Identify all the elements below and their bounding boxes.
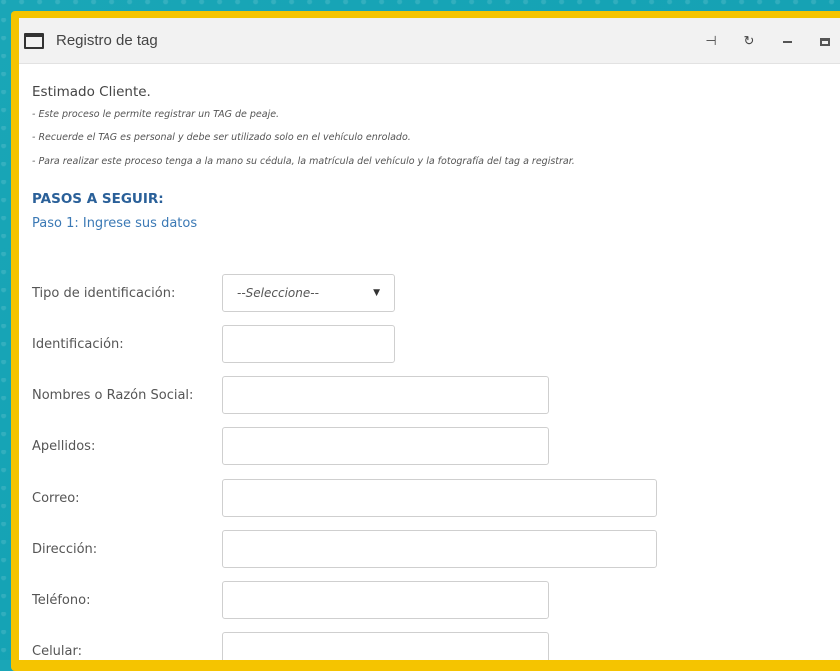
window-icon bbox=[24, 32, 44, 49]
tipo-identificacion-label: Tipo de identificación: bbox=[32, 285, 176, 301]
form-row-celular: Celular: bbox=[32, 632, 222, 660]
form-row-apellidos: Apellidos: bbox=[32, 427, 222, 465]
pin-icon[interactable]: ⊣ bbox=[702, 33, 720, 49]
steps-heading: PASOS A SEGUIR: bbox=[32, 191, 164, 207]
direccion-input[interactable] bbox=[222, 530, 657, 568]
window-title: Registro de tag bbox=[56, 32, 158, 49]
apellidos-input[interactable] bbox=[222, 427, 549, 465]
form-row-correo: Correo: bbox=[32, 479, 222, 517]
caret-down-icon: ▼ bbox=[373, 288, 380, 298]
maximize-icon[interactable] bbox=[816, 33, 834, 48]
note-2: - Recuerde el TAG es personal y debe ser… bbox=[32, 132, 411, 143]
nombres-input[interactable] bbox=[222, 376, 549, 414]
nombres-label: Nombres o Razón Social: bbox=[32, 387, 194, 403]
form-row-nombres: Nombres o Razón Social: bbox=[32, 376, 222, 414]
apellidos-label: Apellidos: bbox=[32, 438, 96, 454]
window-titlebar: Registro de tag ⊣ ↻ bbox=[19, 18, 840, 64]
form-row-telefono: Teléfono: bbox=[32, 581, 222, 619]
greeting-text: Estimado Cliente. bbox=[32, 84, 151, 100]
direccion-label: Dirección: bbox=[32, 541, 98, 557]
note-3: - Para realizar este proceso tenga a la … bbox=[32, 156, 575, 167]
step-1-label: Paso 1: Ingrese sus datos bbox=[32, 216, 198, 231]
celular-input[interactable] bbox=[222, 632, 549, 660]
form-row-tipo: Tipo de identificación: bbox=[32, 274, 222, 312]
form-row-identificacion: Identificación: bbox=[32, 325, 222, 363]
identificacion-label: Identificación: bbox=[32, 336, 124, 352]
identificacion-input[interactable] bbox=[222, 325, 395, 363]
tipo-identificacion-select[interactable]: --Seleccione-- ▼ bbox=[222, 274, 395, 312]
window-content: Estimado Cliente. - Este proceso le perm… bbox=[19, 84, 840, 231]
telefono-input[interactable] bbox=[222, 581, 549, 619]
correo-label: Correo: bbox=[32, 490, 80, 506]
celular-label: Celular: bbox=[32, 643, 83, 659]
tipo-identificacion-value: --Seleccione-- bbox=[237, 286, 319, 300]
correo-input[interactable] bbox=[222, 479, 657, 517]
refresh-icon[interactable]: ↻ bbox=[740, 33, 758, 49]
note-1: - Este proceso le permite registrar un T… bbox=[32, 109, 280, 120]
window-actions: ⊣ ↻ bbox=[702, 18, 834, 63]
form-row-direccion: Dirección: bbox=[32, 530, 222, 568]
telefono-label: Teléfono: bbox=[32, 592, 91, 608]
minimize-icon[interactable] bbox=[778, 33, 796, 48]
registration-window: Registro de tag ⊣ ↻ Estimado Cliente. - … bbox=[19, 18, 840, 660]
